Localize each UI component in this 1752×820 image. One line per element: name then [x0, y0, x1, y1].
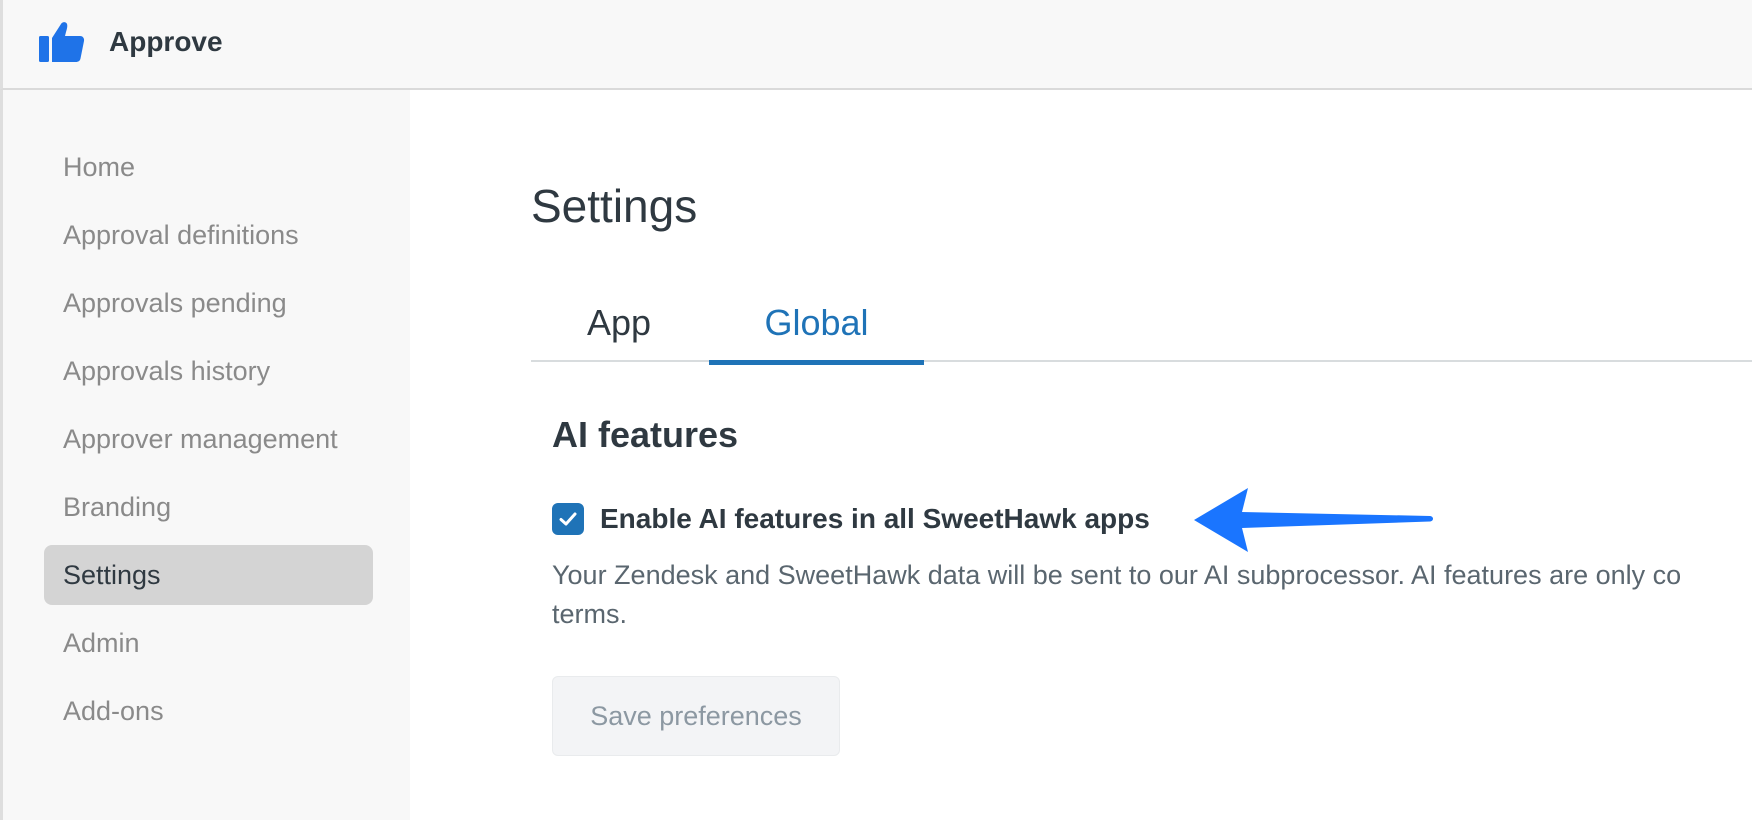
sidebar-item-approvals-history[interactable]: Approvals history — [44, 341, 373, 401]
main-content: Settings App Global AI features Enable A… — [410, 90, 1752, 820]
sidebar-item-branding[interactable]: Branding — [44, 477, 373, 537]
enable-ai-checkbox[interactable] — [552, 503, 584, 535]
sidebar-item-admin[interactable]: Admin — [44, 613, 373, 673]
app-window: Approve Home Approval definitions Approv… — [0, 0, 1752, 820]
save-preferences-button[interactable]: Save preferences — [552, 676, 840, 756]
sidebar-item-settings[interactable]: Settings — [44, 545, 373, 605]
arrow-left-icon — [1190, 485, 1440, 555]
tab-app[interactable]: App — [531, 297, 707, 361]
sidebar-item-home[interactable]: Home — [44, 137, 373, 197]
sidebar-item-add-ons[interactable]: Add-ons — [44, 681, 373, 741]
page-title: Settings — [531, 180, 698, 232]
ai-features-description: Your Zendesk and SweetHawk data will be … — [552, 560, 1682, 629]
sidebar-item-approver-management[interactable]: Approver management — [44, 409, 373, 469]
sidebar-item-approval-definitions[interactable]: Approval definitions — [44, 205, 373, 265]
thumbs-up-icon — [39, 20, 89, 64]
top-header: Approve — [0, 0, 1752, 90]
tab-global[interactable]: Global — [709, 297, 924, 365]
section-title-ai-features: AI features — [552, 414, 739, 455]
app-title: Approve — [109, 26, 223, 57]
enable-ai-checkbox-label[interactable]: Enable AI features in all SweetHawk apps — [600, 500, 1150, 538]
sidebar: Home Approval definitions Approvals pend… — [0, 90, 410, 820]
sidebar-item-approvals-pending[interactable]: Approvals pending — [44, 273, 373, 333]
checkmark-icon — [559, 512, 577, 526]
